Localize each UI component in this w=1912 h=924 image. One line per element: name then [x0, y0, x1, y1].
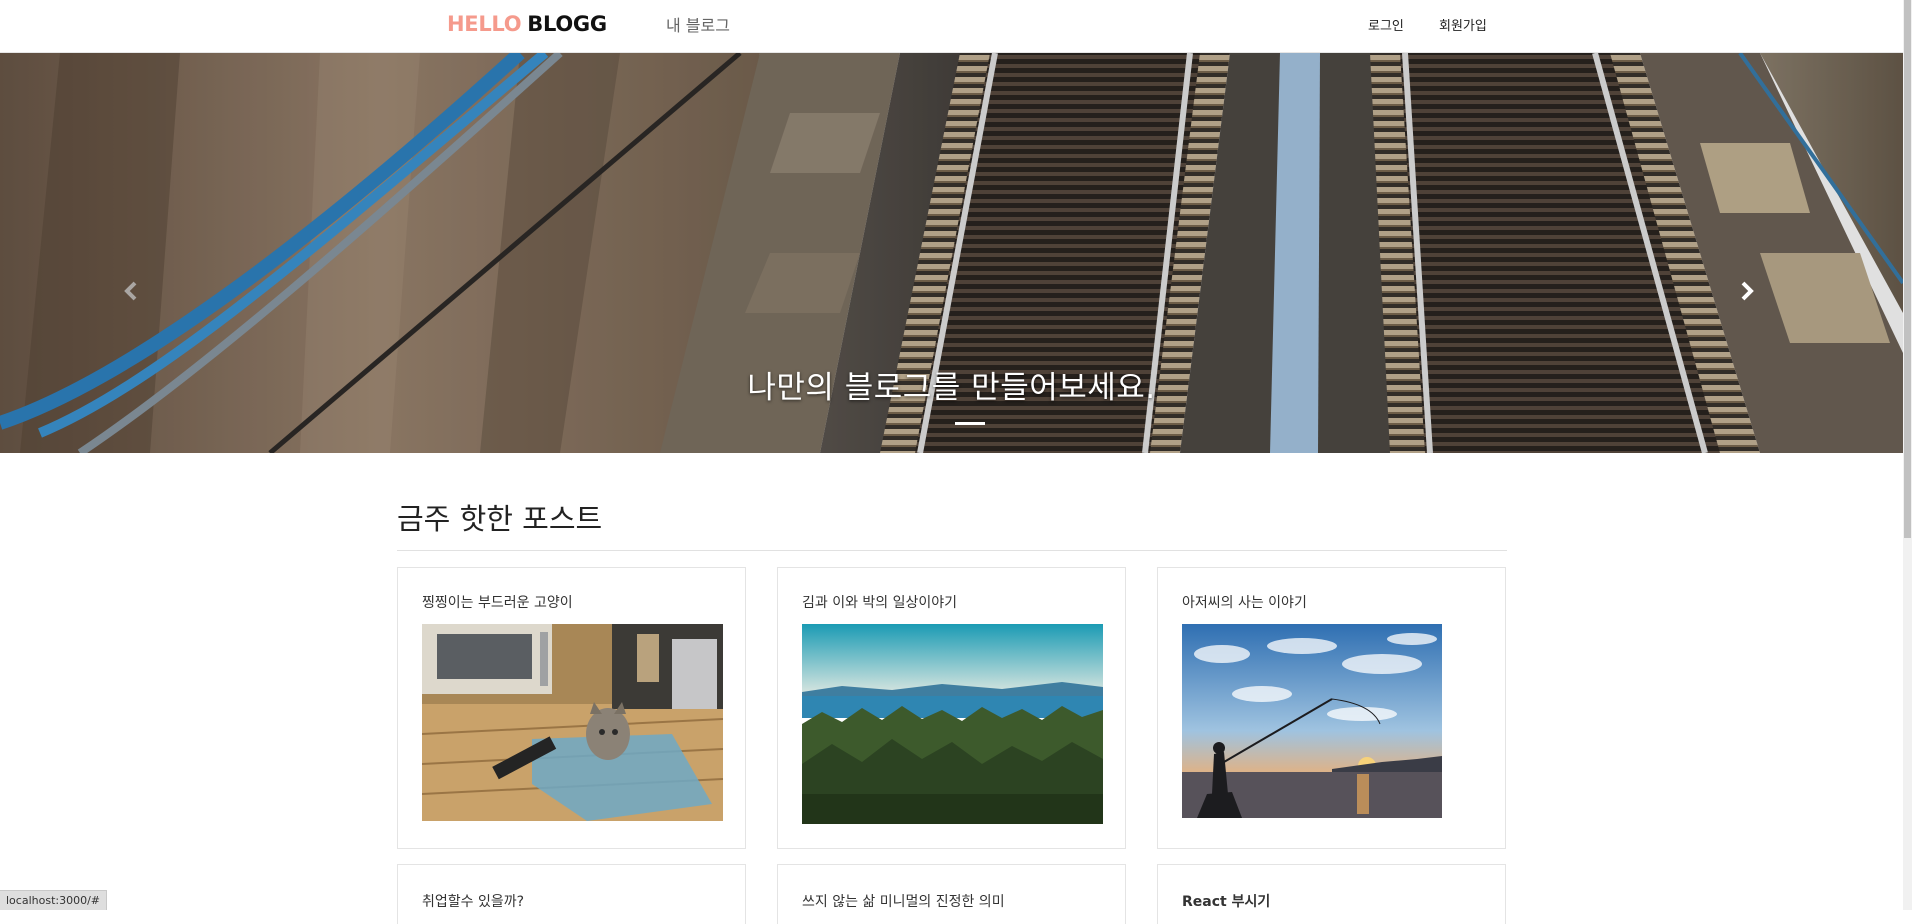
fisherman-photo — [1182, 624, 1442, 818]
post-card[interactable]: 아저씨의 사는 이야기 — [1157, 567, 1506, 849]
brand-part2: BLOGG — [527, 12, 607, 36]
post-card[interactable]: 취업할수 있을까? — [397, 864, 746, 924]
section-title: 금주 핫한 포스트 — [397, 502, 603, 536]
login-link[interactable]: 로그인 — [1368, 15, 1404, 34]
post-card[interactable]: 찡찡이는 부드러운 고양이 — [397, 567, 746, 849]
cat-photo — [422, 624, 723, 821]
post-title[interactable]: 아저씨의 사는 이야기 — [1182, 592, 1307, 612]
vertical-scrollbar[interactable] — [1903, 0, 1912, 910]
carousel-indicator[interactable] — [955, 422, 985, 425]
post-card[interactable]: 김과 이와 박의 일상이야기 — [777, 567, 1126, 849]
post-thumbnail[interactable] — [802, 624, 1103, 824]
chevron-right-icon — [1741, 281, 1754, 301]
carousel-prev-button[interactable] — [124, 281, 164, 329]
forest-photo — [802, 624, 1103, 824]
post-card[interactable]: 쓰지 않는 삶 미니멀의 진정한 의미 — [777, 864, 1126, 924]
carousel-next-button[interactable] — [1740, 281, 1780, 329]
post-title[interactable]: 찡찡이는 부드러운 고양이 — [422, 592, 573, 612]
post-title[interactable]: 김과 이와 박의 일상이야기 — [802, 592, 957, 612]
hero-caption: 나만의 블로그를 만들어보세요. — [747, 370, 1156, 406]
post-card[interactable]: React 부시기 — [1157, 864, 1506, 924]
navbar: HELLO BLOGG 내 블로그 로그인 회원가입 — [0, 0, 1903, 53]
section-divider — [397, 550, 1507, 551]
nav-my-blog[interactable]: 내 블로그 — [666, 12, 730, 36]
post-title[interactable]: 취업할수 있을까? — [422, 891, 524, 911]
brand-part1: HELLO — [447, 12, 522, 36]
chevron-left-icon — [124, 281, 137, 301]
signup-link[interactable]: 회원가입 — [1439, 15, 1487, 34]
hero-carousel: 나만의 블로그를 만들어보세요. — [0, 53, 1903, 453]
status-url: localhost:3000/# — [0, 890, 107, 910]
brand-logo[interactable]: HELLO BLOGG — [447, 12, 607, 36]
post-thumbnail[interactable] — [1182, 624, 1442, 818]
post-title[interactable]: React 부시기 — [1182, 891, 1270, 911]
post-title[interactable]: 쓰지 않는 삶 미니멀의 진정한 의미 — [802, 891, 1005, 911]
scrollbar-thumb[interactable] — [1904, 0, 1911, 538]
post-thumbnail[interactable] — [422, 624, 723, 821]
